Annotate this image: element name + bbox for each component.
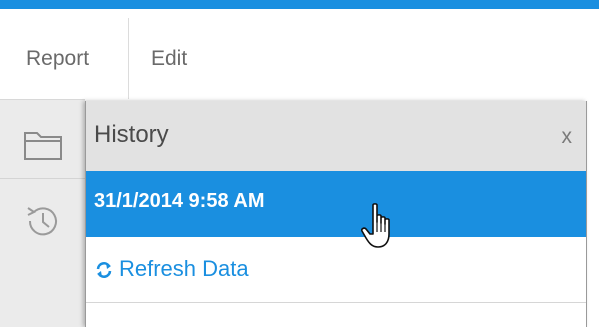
menu-divider [128,18,129,108]
menu-report[interactable]: Report [26,47,89,71]
history-entry-label: 31/1/2014 9:58 AM [94,190,265,212]
history-panel-header: History x [86,101,586,171]
refresh-data-button[interactable]: Refresh Data [86,237,586,303]
refresh-icon [94,260,114,280]
side-rail [0,99,85,327]
folder-icon[interactable] [22,122,64,164]
history-panel: History x 31/1/2014 9:58 AM Refresh Data [85,101,587,327]
app-screen: Report Edit History x 31/1/2014 9:58 AM [0,0,599,327]
history-entry[interactable]: 31/1/2014 9:58 AM [86,171,586,237]
rail-separator [0,178,85,179]
menu-edit[interactable]: Edit [151,47,187,71]
history-icon[interactable] [22,200,64,242]
refresh-data-label: Refresh Data [119,256,249,281]
history-panel-title: History [94,121,169,148]
menubar: Report Edit [0,9,599,108]
close-button[interactable]: x [562,125,573,149]
top-accent-bar [0,0,599,9]
